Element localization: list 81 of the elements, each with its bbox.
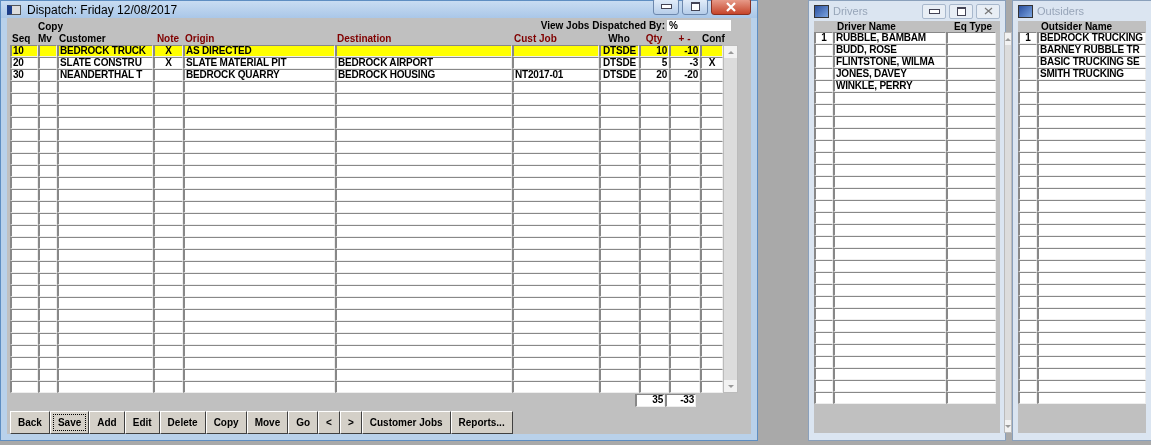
dispatcher-filter-field[interactable]: % <box>667 20 731 31</box>
column-header: Cust Job <box>514 33 558 45</box>
table-cell: SMITH TRUCKING <box>1037 68 1146 80</box>
table-cell: JONES, DAVEY <box>833 68 946 80</box>
table-cell: BASIC TRUCKING SE <box>1037 56 1146 68</box>
maximize-button[interactable] <box>682 0 708 15</box>
window-title: Outsiders <box>1037 5 1086 17</box>
table-cell: BEDROCK TRUCK <box>57 45 153 57</box>
table-cell: FLINTSTONE, WILMA <box>833 56 946 68</box>
toolbar-button[interactable]: Edit <box>124 411 160 434</box>
column-header: Copy <box>38 21 63 33</box>
table-cell: BARNEY RUBBLE TR <box>1037 44 1146 56</box>
toolbar-button[interactable]: < <box>318 411 340 434</box>
close-icon <box>983 7 993 15</box>
window-icon <box>7 4 21 15</box>
maximize-button[interactable] <box>949 3 973 19</box>
column-header: Destination <box>337 33 393 45</box>
table-cell: -3 <box>669 57 700 69</box>
toolbar-button[interactable]: Back <box>10 411 50 434</box>
table-cell: -20 <box>669 69 700 81</box>
column-header: + - <box>677 33 692 45</box>
column-header: Seq <box>12 33 32 45</box>
table-cell: -10 <box>669 45 700 57</box>
toolbar-button[interactable]: Reports... <box>450 411 513 434</box>
table-cell: BEDROCK QUARRY <box>183 69 335 81</box>
column-header: Origin <box>185 33 216 45</box>
table-cell: 10 <box>639 45 669 57</box>
close-icon <box>725 1 737 12</box>
table-cell: RUBBLE, BAMBAM <box>833 32 946 44</box>
toolbar-button[interactable]: Move <box>246 411 289 434</box>
table-cell: BUDD, ROSE <box>833 44 946 56</box>
qty-total: 35 <box>635 394 665 407</box>
table-cell: AS DIRECTED <box>183 45 335 57</box>
scrollbar[interactable] <box>1004 32 1012 433</box>
window-icon <box>814 4 829 18</box>
table-cell: DTSDE <box>599 69 639 81</box>
window-icon <box>1018 4 1033 18</box>
toolbar-button[interactable]: Go <box>288 411 319 434</box>
table-cell: 5 <box>639 57 669 69</box>
table-cell: SLATE MATERIAL PIT <box>183 57 335 69</box>
table-cell: BEDROCK TRUCKING <box>1037 32 1146 44</box>
toolbar-button[interactable]: Copy <box>205 411 247 434</box>
table-cell: 1 <box>814 32 833 44</box>
column-header: Note <box>155 33 181 45</box>
table-cell: DTSDE <box>599 57 639 69</box>
column-header: Driver Name <box>836 21 897 32</box>
table-cell: WINKLE, PERRY <box>833 80 946 92</box>
difference-total: -33 <box>665 394 696 407</box>
minimize-button[interactable] <box>922 3 946 19</box>
table-cell: X <box>153 45 183 57</box>
column-header: Qty <box>644 33 664 45</box>
table-cell: 20 <box>639 69 669 81</box>
column-header: Eq Type <box>953 21 994 32</box>
table-cell: X <box>700 57 723 69</box>
minimize-button[interactable] <box>653 0 679 15</box>
table-cell: SLATE CONSTRU <box>57 57 153 69</box>
column-header: Who <box>607 33 631 45</box>
table-cell: NT2017-01 <box>512 69 599 81</box>
close-button[interactable] <box>711 0 751 15</box>
toolbar-button[interactable]: Save <box>49 411 90 434</box>
table-cell: DTSDE <box>599 45 639 57</box>
table-cell: 30 <box>10 69 38 81</box>
column-header: Mv <box>38 33 53 45</box>
table-cell: 20 <box>10 57 38 69</box>
table-cell: BEDROCK AIRPORT <box>335 57 512 69</box>
scrollbar[interactable] <box>723 45 738 393</box>
table-cell: X <box>153 57 183 69</box>
toolbar-button[interactable]: > <box>339 411 362 434</box>
table-cell: 1 <box>1018 32 1037 44</box>
close-button[interactable] <box>976 3 1000 19</box>
column-header: Outsider Name <box>1040 21 1114 32</box>
table-cell: NEANDERTHAL T <box>57 69 153 81</box>
table-cell: 10 <box>10 45 38 57</box>
table-cell: BEDROCK HOUSING <box>335 69 512 81</box>
window-title: Drivers <box>833 5 869 17</box>
column-header: Customer <box>59 33 107 45</box>
window-title: Dispatch: Friday 12/08/2017 <box>27 2 179 17</box>
toolbar-button[interactable]: Customer Jobs <box>361 411 451 434</box>
filter-label: View Jobs Dispatched By: <box>540 20 665 31</box>
toolbar-button[interactable]: Add <box>89 411 125 434</box>
toolbar-button[interactable]: Delete <box>159 411 206 434</box>
